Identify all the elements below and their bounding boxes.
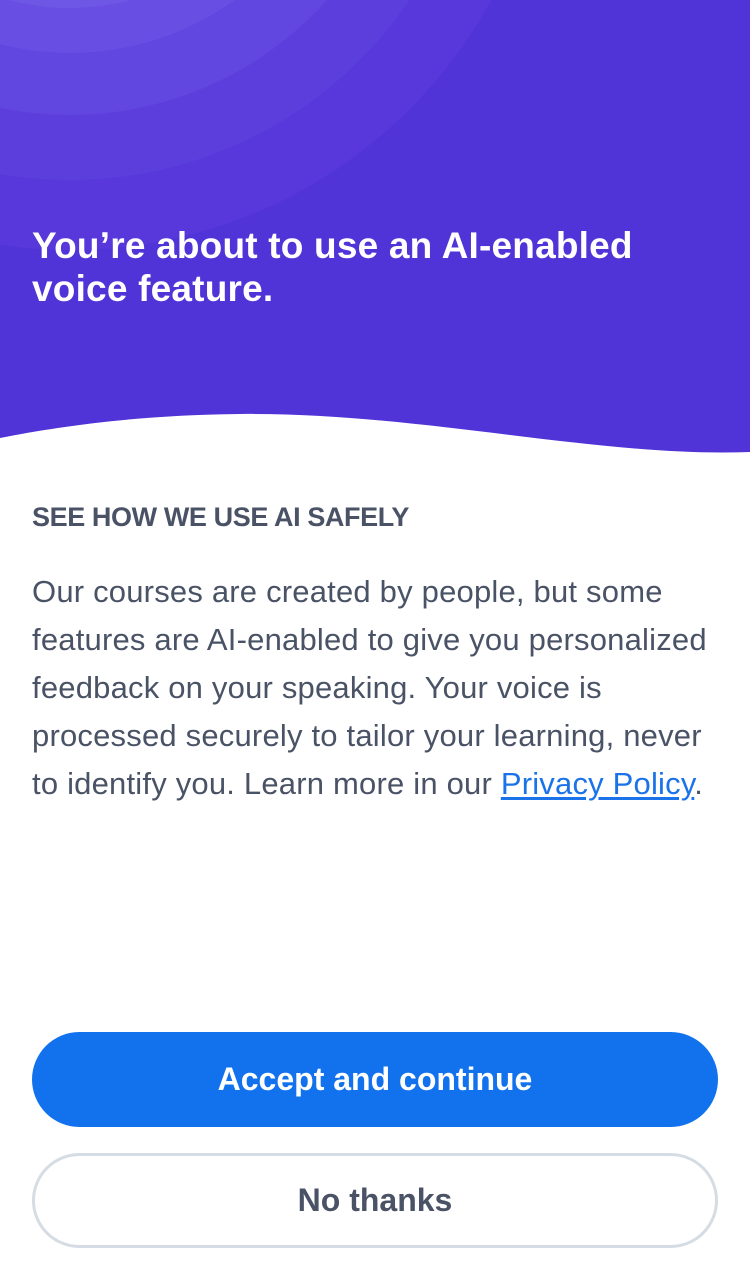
privacy-policy-link[interactable]: Privacy Policy — [501, 766, 694, 801]
description-period: . — [694, 766, 704, 801]
no-thanks-button[interactable]: No thanks — [32, 1153, 718, 1248]
section-heading: SEE HOW WE USE AI SAFELY — [32, 502, 409, 532]
ai-voice-consent-screen: You’re about to use an AI-enabled voice … — [0, 0, 750, 1280]
ai-usage-description: Our courses are created by people, but s… — [32, 568, 712, 808]
hero-title: You’re about to use an AI-enabled voice … — [32, 225, 633, 309]
hero-banner: You’re about to use an AI-enabled voice … — [0, 0, 750, 470]
accept-and-continue-button[interactable]: Accept and continue — [32, 1032, 718, 1127]
